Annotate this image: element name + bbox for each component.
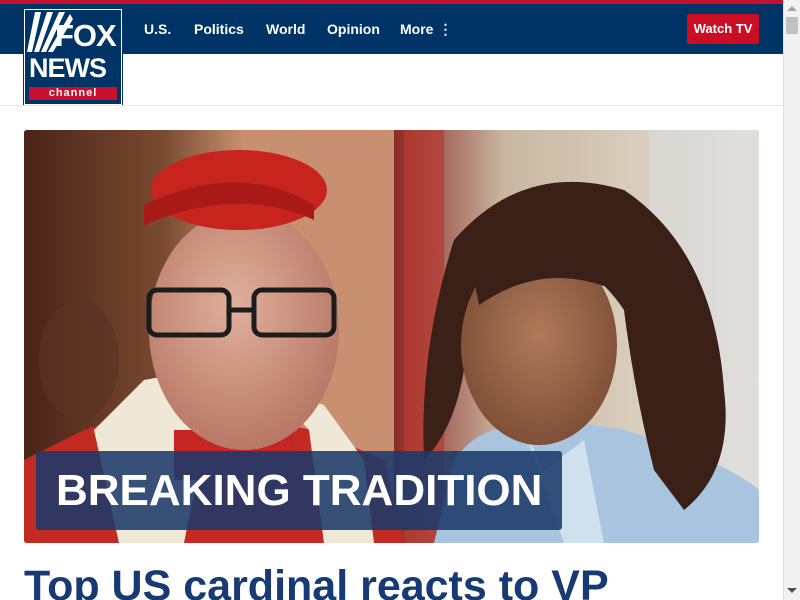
nav-more-button[interactable]: More ⋮	[400, 20, 452, 38]
watch-tv-button[interactable]: Watch TV	[687, 14, 759, 44]
hero-kicker-label: BREAKING TRADITION	[36, 451, 563, 530]
nav-item-world[interactable]: World	[266, 20, 305, 38]
logo-fox-text: FOX	[55, 18, 117, 53]
hero-kicker-text: BREAKING TRADITION	[56, 466, 543, 515]
logo-channel-text: channel	[29, 87, 117, 100]
nav-more-label: More	[400, 21, 434, 37]
header-divider	[0, 105, 783, 106]
vertical-dots-icon: ⋮	[438, 21, 453, 37]
scroll-thumb[interactable]	[786, 17, 798, 34]
nav-item-us[interactable]: U.S.	[144, 20, 171, 38]
fox-news-logo[interactable]: FOX NEWS channel	[24, 9, 122, 105]
scroll-up-arrow-icon[interactable]	[787, 6, 797, 11]
scroll-down-arrow-icon[interactable]	[787, 588, 797, 593]
nav-item-opinion[interactable]: Opinion	[327, 20, 380, 38]
article-headline[interactable]: Top US cardinal reacts to VP	[24, 560, 764, 600]
logo-news-text: NEWS	[29, 53, 107, 83]
hero-image[interactable]: BREAKING TRADITION	[24, 130, 759, 543]
vertical-scrollbar[interactable]	[783, 0, 800, 600]
nav-item-politics[interactable]: Politics	[194, 20, 244, 38]
